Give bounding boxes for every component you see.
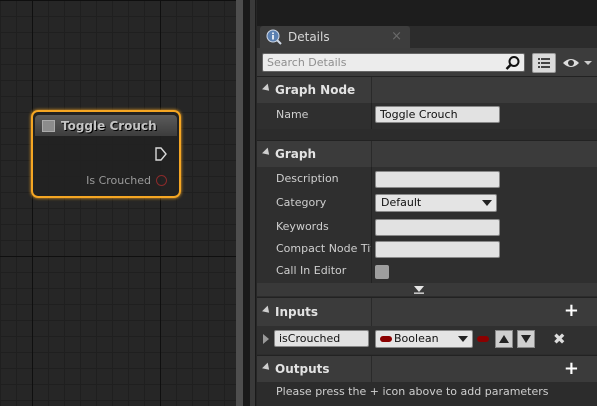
advanced-properties-toggle[interactable] xyxy=(257,283,597,296)
collapse-arrow-icon xyxy=(262,305,272,316)
search-icon[interactable] xyxy=(505,55,521,71)
column-divider[interactable] xyxy=(371,167,372,191)
column-divider[interactable] xyxy=(371,141,372,167)
collapse-arrow-icon xyxy=(262,147,272,158)
details-panel: Details × Graph Node xyxy=(257,0,597,406)
name-field[interactable] xyxy=(375,106,500,123)
section-inputs[interactable]: Inputs + xyxy=(257,297,597,326)
parameter-name-field[interactable] xyxy=(274,330,369,347)
boolean-pin-icon[interactable] xyxy=(156,175,167,186)
collapse-arrow-icon xyxy=(262,362,272,373)
property-row-call-in-editor: Call In Editor xyxy=(257,260,597,283)
property-row-name: Name xyxy=(257,103,597,129)
keywords-field[interactable] xyxy=(375,219,500,236)
parameter-type-label: Boolean xyxy=(394,332,439,345)
chevron-down-icon xyxy=(458,336,468,342)
section-label: Graph Node xyxy=(275,83,356,97)
details-info-icon xyxy=(266,29,282,45)
column-divider[interactable] xyxy=(371,356,372,382)
column-divider[interactable] xyxy=(371,103,372,129)
add-output-button[interactable]: + xyxy=(564,360,579,378)
boolean-type-icon xyxy=(380,336,392,342)
grid-line xyxy=(0,256,236,257)
outputs-hint-text: Please press the + icon above to add par… xyxy=(276,385,549,398)
section-graph[interactable]: Graph xyxy=(257,140,597,167)
property-label: Description xyxy=(276,172,339,185)
grid-line xyxy=(32,0,33,406)
property-label: Category xyxy=(276,196,327,209)
section-label: Outputs xyxy=(275,362,330,376)
description-field[interactable] xyxy=(375,171,500,188)
splitter-handle[interactable] xyxy=(236,0,243,406)
list-icon xyxy=(538,58,550,68)
output-pin-label: Is Crouched xyxy=(86,174,151,187)
property-row-keywords: Keywords xyxy=(257,215,597,239)
search-input[interactable] xyxy=(262,53,525,72)
column-divider[interactable] xyxy=(371,239,372,261)
exec-output-pin-icon[interactable] xyxy=(155,147,167,161)
expand-arrow-icon[interactable] xyxy=(263,334,269,344)
arrow-up-icon xyxy=(499,335,509,343)
delete-parameter-icon[interactable]: ✖ xyxy=(553,330,566,348)
chevron-down-icon xyxy=(482,200,492,206)
splitter-edge xyxy=(250,0,255,406)
expand-advanced-arrow-icon xyxy=(414,286,424,294)
graph-editor-canvas[interactable]: Toggle Crouch Is Crouched xyxy=(0,0,236,406)
grid-line xyxy=(160,0,161,406)
add-input-button[interactable]: + xyxy=(564,302,579,320)
grid-line xyxy=(0,0,236,1)
section-outputs[interactable]: Outputs + xyxy=(257,355,597,382)
collapse-arrow-icon xyxy=(262,83,272,94)
container-type-icon[interactable] xyxy=(477,336,489,342)
call-in-editor-checkbox[interactable] xyxy=(375,265,389,279)
section-label: Inputs xyxy=(275,305,319,319)
category-dropdown[interactable]: Default xyxy=(375,194,497,212)
tab-label: Details xyxy=(288,30,330,44)
property-matrix-button[interactable] xyxy=(532,53,556,73)
input-parameter-row: Boolean ✖ xyxy=(257,326,597,354)
column-divider[interactable] xyxy=(371,215,372,239)
section-graph-node[interactable]: Graph Node xyxy=(257,76,597,103)
property-label: Keywords xyxy=(276,220,329,233)
property-label: Compact Node Titl xyxy=(276,242,371,255)
column-divider[interactable] xyxy=(371,191,372,215)
column-divider[interactable] xyxy=(371,298,372,326)
move-up-button[interactable] xyxy=(495,330,513,348)
column-divider[interactable] xyxy=(371,77,372,103)
view-options-eye-icon[interactable] xyxy=(561,54,593,72)
tab-well xyxy=(257,0,597,26)
property-label: Name xyxy=(276,108,309,121)
move-down-button[interactable] xyxy=(517,330,535,348)
node-title: Toggle Crouch xyxy=(61,118,157,133)
category-value: Default xyxy=(381,196,422,209)
property-row-category: Category Default xyxy=(257,191,597,215)
function-entry-node[interactable]: Toggle Crouch Is Crouched xyxy=(31,110,181,198)
tab-details[interactable]: Details × xyxy=(260,26,410,48)
property-row-compact-node-title: Compact Node Titl xyxy=(257,239,597,261)
arrow-down-icon xyxy=(521,335,531,343)
property-label: Call In Editor xyxy=(276,264,347,277)
close-icon[interactable]: × xyxy=(391,29,402,44)
property-row-description: Description xyxy=(257,167,597,191)
parameter-type-dropdown[interactable]: Boolean xyxy=(375,330,473,348)
section-label: Graph xyxy=(275,147,316,161)
column-divider[interactable] xyxy=(371,260,372,283)
output-pin-is-crouched[interactable]: Is Crouched xyxy=(86,174,167,187)
function-icon xyxy=(42,119,55,132)
node-header[interactable]: Toggle Crouch xyxy=(35,115,177,136)
compact-node-title-field[interactable] xyxy=(375,241,500,258)
details-search-bar xyxy=(257,48,597,76)
